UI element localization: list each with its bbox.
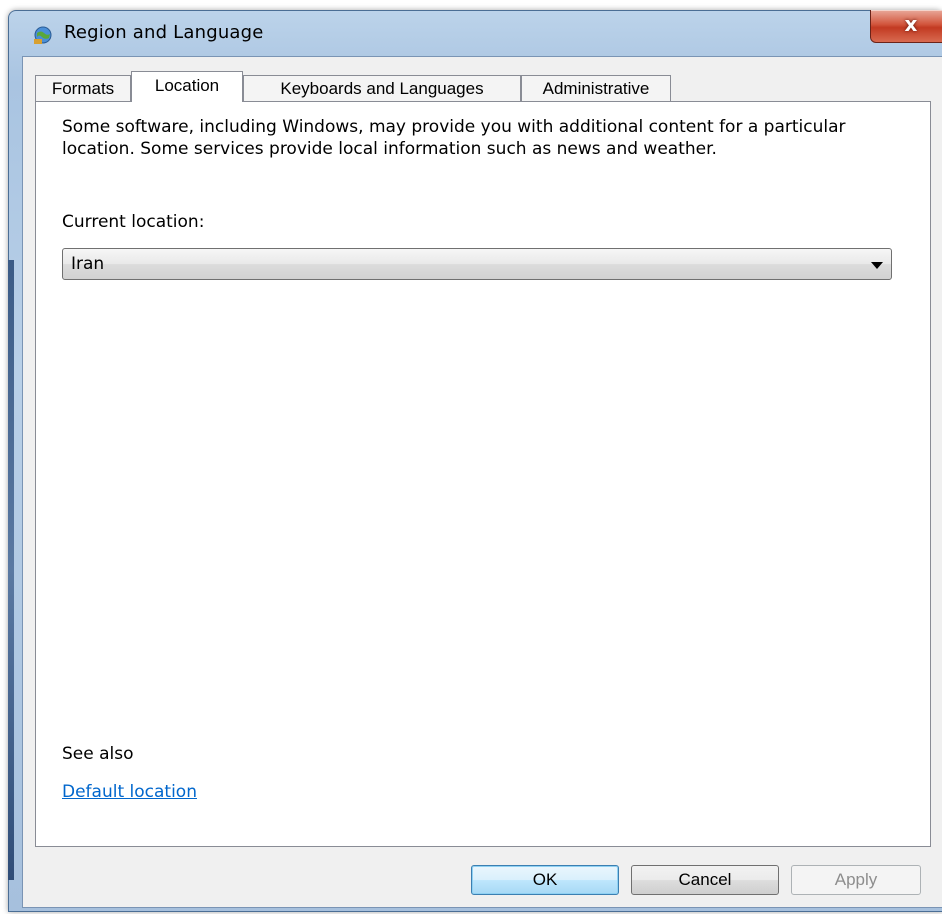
close-icon: x — [904, 12, 918, 36]
location-tab-panel: Some software, including Windows, may pr… — [35, 101, 931, 847]
tab-administrative[interactable]: Administrative — [521, 75, 671, 101]
location-description: Some software, including Windows, may pr… — [62, 117, 846, 159]
dialog-body: Formats Location Keyboards and Languages… — [22, 56, 942, 908]
window-frame-edge — [8, 260, 14, 880]
close-button[interactable]: x — [870, 10, 942, 43]
window-title: Region and Language — [64, 22, 264, 43]
current-location-value: Iran — [71, 254, 105, 274]
apply-button[interactable]: Apply — [791, 865, 921, 895]
see-also-heading: See also — [62, 744, 134, 764]
ok-button[interactable]: OK — [471, 865, 619, 895]
globe-icon — [32, 24, 52, 44]
tab-keyboards-and-languages[interactable]: Keyboards and Languages — [243, 75, 521, 101]
title-bar[interactable]: Region and Language x — [20, 10, 942, 54]
chevron-down-icon[interactable] — [871, 262, 883, 269]
current-location-dropdown[interactable]: Iran — [62, 248, 892, 280]
cancel-button[interactable]: Cancel — [631, 865, 779, 895]
current-location-label: Current location: — [62, 212, 205, 232]
default-location-link[interactable]: Default location — [62, 782, 197, 802]
tab-location[interactable]: Location — [131, 71, 243, 102]
tab-formats[interactable]: Formats — [35, 75, 131, 101]
